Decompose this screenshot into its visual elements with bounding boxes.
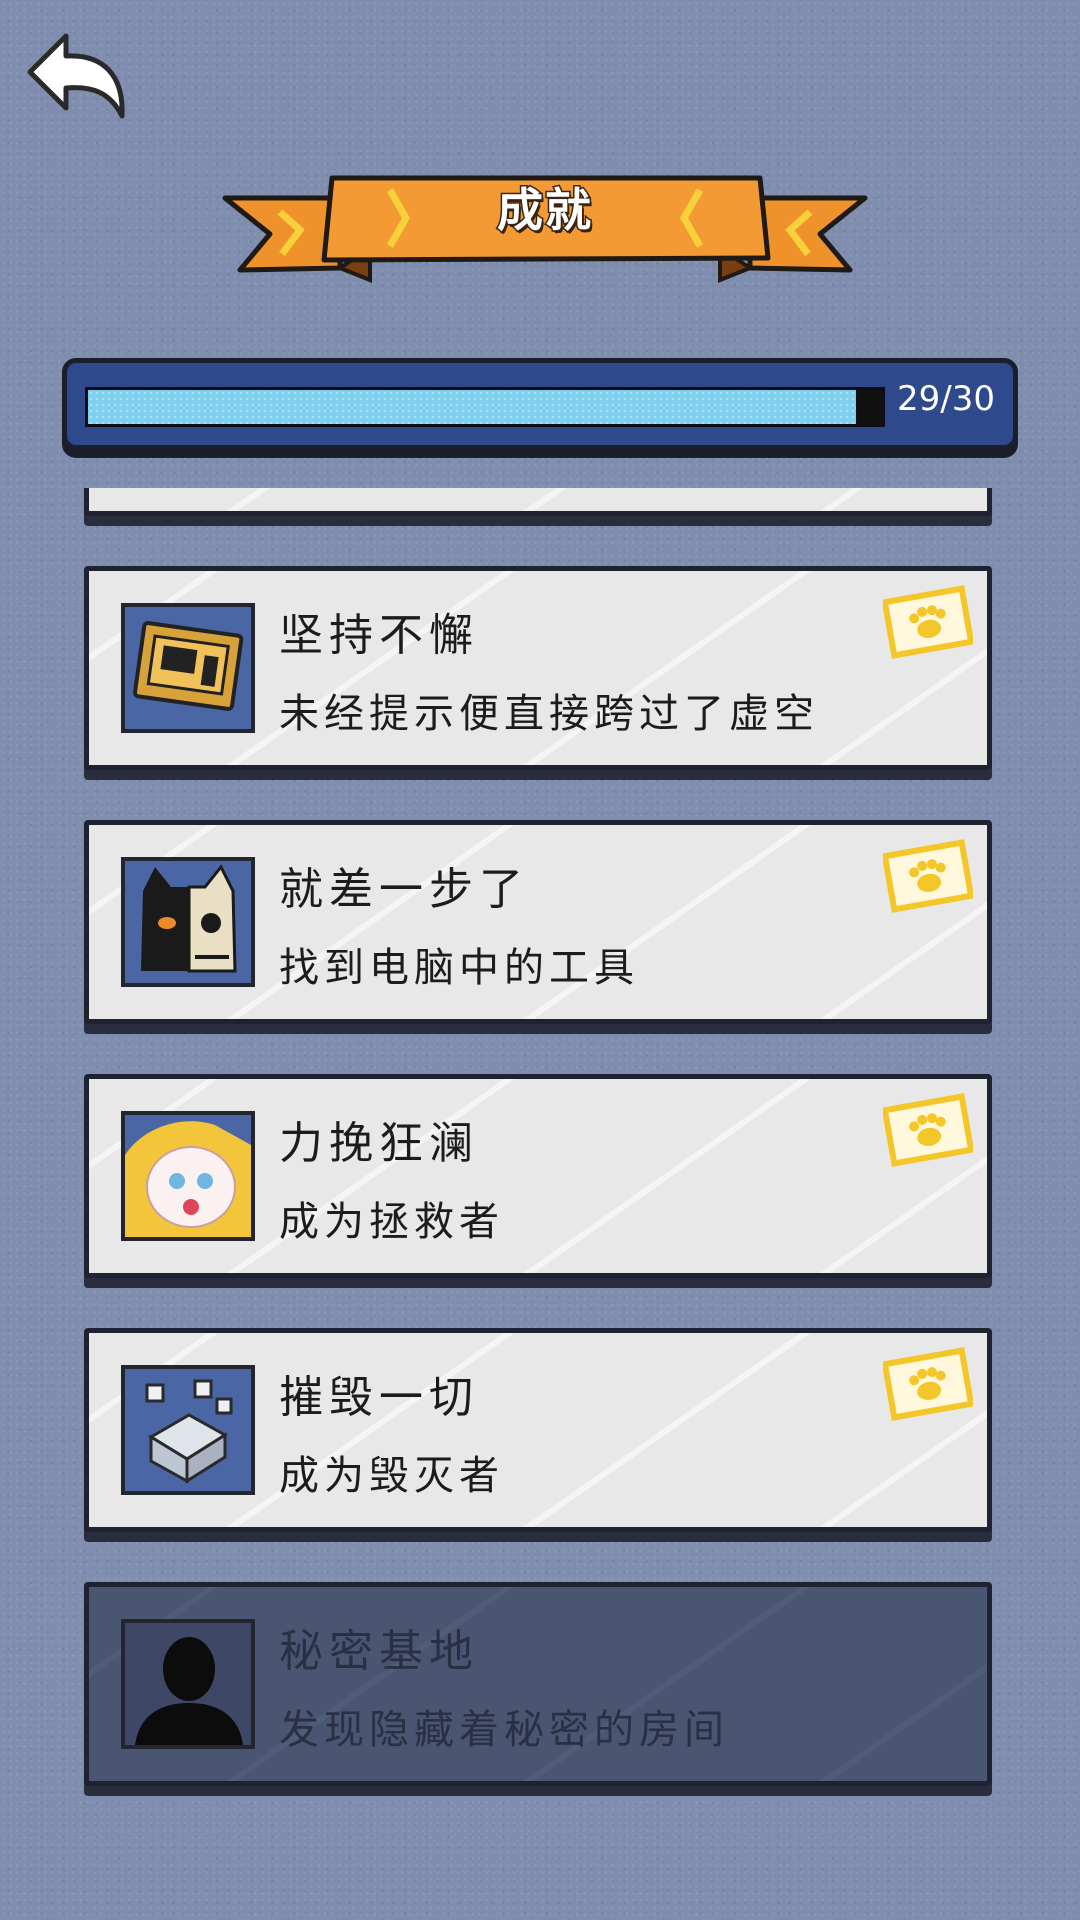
achievement-title: 坚持不懈 xyxy=(279,610,479,661)
achievement-title: 力挽狂澜 xyxy=(279,1118,479,1169)
skull-cat-icon xyxy=(121,857,255,987)
computer-icon xyxy=(121,603,255,733)
achievement-title: 秘密基地 xyxy=(279,1626,479,1677)
paw-badge-icon xyxy=(883,585,973,659)
achievement-progress: 29/30 xyxy=(62,358,1018,450)
achievement-card[interactable]: 摧毁一切 成为毁灭者 xyxy=(84,1328,992,1532)
achievement-card[interactable]: 坚持不懈 未经提示便直接跨过了虚空 xyxy=(84,566,992,770)
silhouette-icon xyxy=(121,1619,255,1749)
progress-track xyxy=(85,387,885,427)
achievement-card-locked[interactable]: 秘密基地 发现隐藏着秘密的房间 xyxy=(84,1582,992,1786)
cubes-icon xyxy=(121,1365,255,1495)
achievement-description: 发现隐藏着秘密的房间 xyxy=(279,1707,729,1753)
achievement-list[interactable]: 坚持不懈 未经提示便直接跨过了虚空 就差一步了 找到电脑中的工具 力挽狂澜 成为… xyxy=(80,488,995,1828)
list-item-partial xyxy=(84,488,992,516)
achievement-description: 未经提示便直接跨过了虚空 xyxy=(279,691,819,737)
page-title: 成就 xyxy=(496,182,593,239)
achievement-description: 找到电脑中的工具 xyxy=(279,945,639,991)
paw-badge-icon xyxy=(883,1093,973,1167)
baby-cat-icon xyxy=(121,1111,255,1241)
progress-fill xyxy=(88,390,856,424)
paw-badge-icon xyxy=(883,1347,973,1421)
achievement-card[interactable]: 就差一步了 找到电脑中的工具 xyxy=(84,820,992,1024)
paw-badge-icon xyxy=(883,839,973,913)
achievement-description: 成为毁灭者 xyxy=(279,1453,504,1499)
title-banner: 成就 xyxy=(220,168,870,288)
achievement-title: 摧毁一切 xyxy=(279,1372,479,1423)
back-button[interactable] xyxy=(22,30,134,130)
back-arrow-icon xyxy=(27,33,125,119)
achievement-card[interactable]: 力挽狂澜 成为拯救者 xyxy=(84,1074,992,1278)
progress-count: 29/30 xyxy=(897,379,995,419)
achievement-title: 就差一步了 xyxy=(279,864,529,915)
achievement-description: 成为拯救者 xyxy=(279,1199,504,1245)
